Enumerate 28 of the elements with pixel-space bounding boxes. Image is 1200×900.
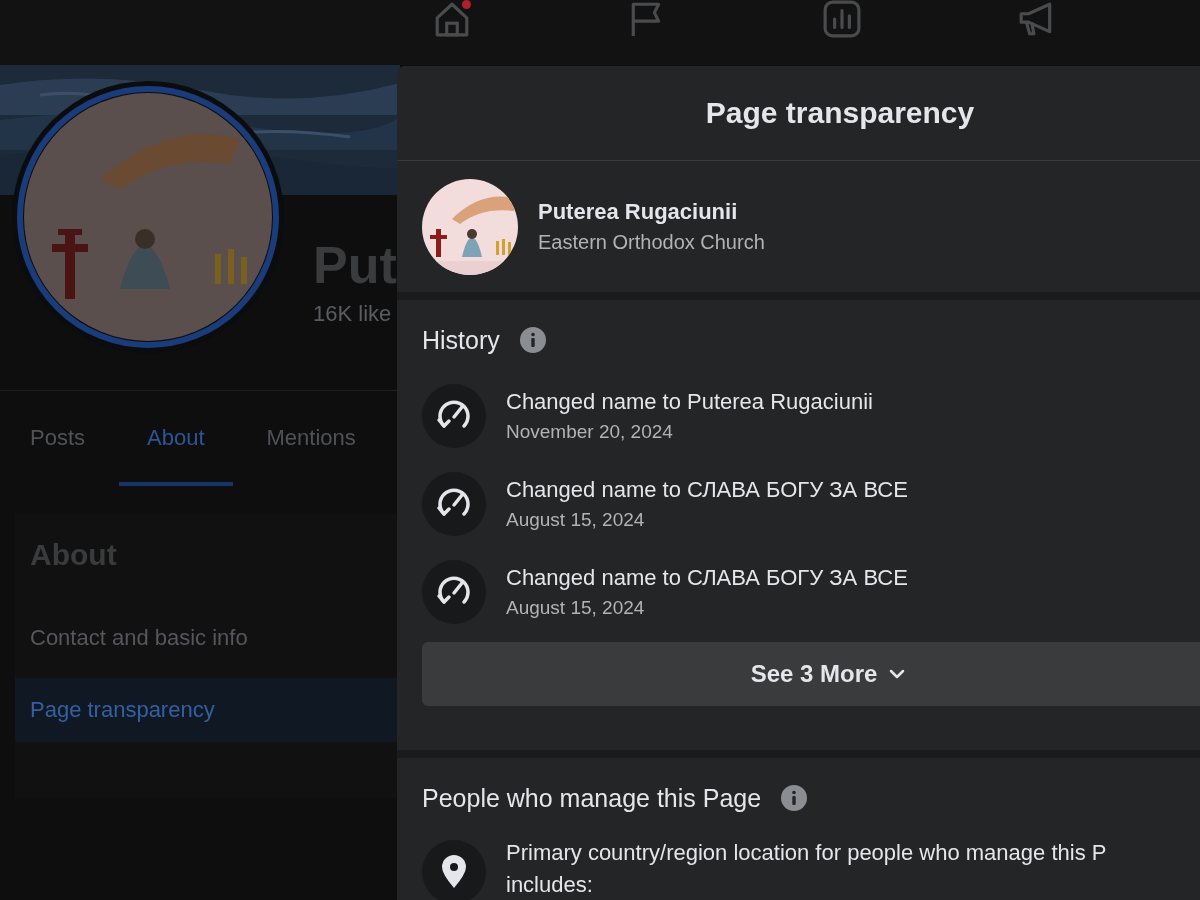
chevron-down-icon — [889, 669, 906, 679]
section-title: People who manage this Page — [422, 783, 762, 813]
page-tab[interactable]: About — [119, 391, 233, 486]
history-entry: Changed name to Puterea Rugaciunii — [506, 389, 873, 415]
page-category: Eastern Orthodox Church — [538, 231, 765, 254]
gauge-icon — [422, 472, 486, 536]
about-menu-item[interactable]: Page transparency — [15, 678, 400, 742]
location-text: includes: — [506, 872, 594, 898]
page-name: Puterea Rugaciunii — [538, 199, 739, 225]
page-tab[interactable]: Mentions — [246, 391, 376, 486]
gauge-icon — [422, 384, 486, 448]
history-entry: Changed name to СЛАВА БОГУ ЗА ВСЕ — [506, 477, 908, 503]
page-tab[interactable]: Posts — [10, 391, 106, 486]
history-entry: Changed name to СЛАВА БОГУ ЗА ВСЕ — [506, 565, 908, 591]
history-date: November 20, 2024 — [506, 421, 674, 443]
section-title: History — [422, 325, 500, 355]
likes-count: 16K like — [313, 301, 393, 327]
info-icon[interactable] — [781, 785, 808, 811]
history-date: August 15, 2024 — [506, 509, 646, 531]
gauge-icon — [422, 560, 486, 624]
about-menu-item[interactable]: Contact and basic info — [15, 606, 400, 670]
home-icon[interactable] — [433, 0, 471, 38]
dialog-title: Page transparency — [397, 66, 1200, 161]
bar-chart-icon[interactable] — [823, 0, 861, 38]
see-more-button[interactable]: See 3 More — [422, 642, 1200, 706]
location-text: Primary country/region location for people who manage this P — [506, 840, 1107, 866]
info-icon[interactable] — [519, 327, 546, 353]
history-date: August 15, 2024 — [506, 597, 646, 619]
